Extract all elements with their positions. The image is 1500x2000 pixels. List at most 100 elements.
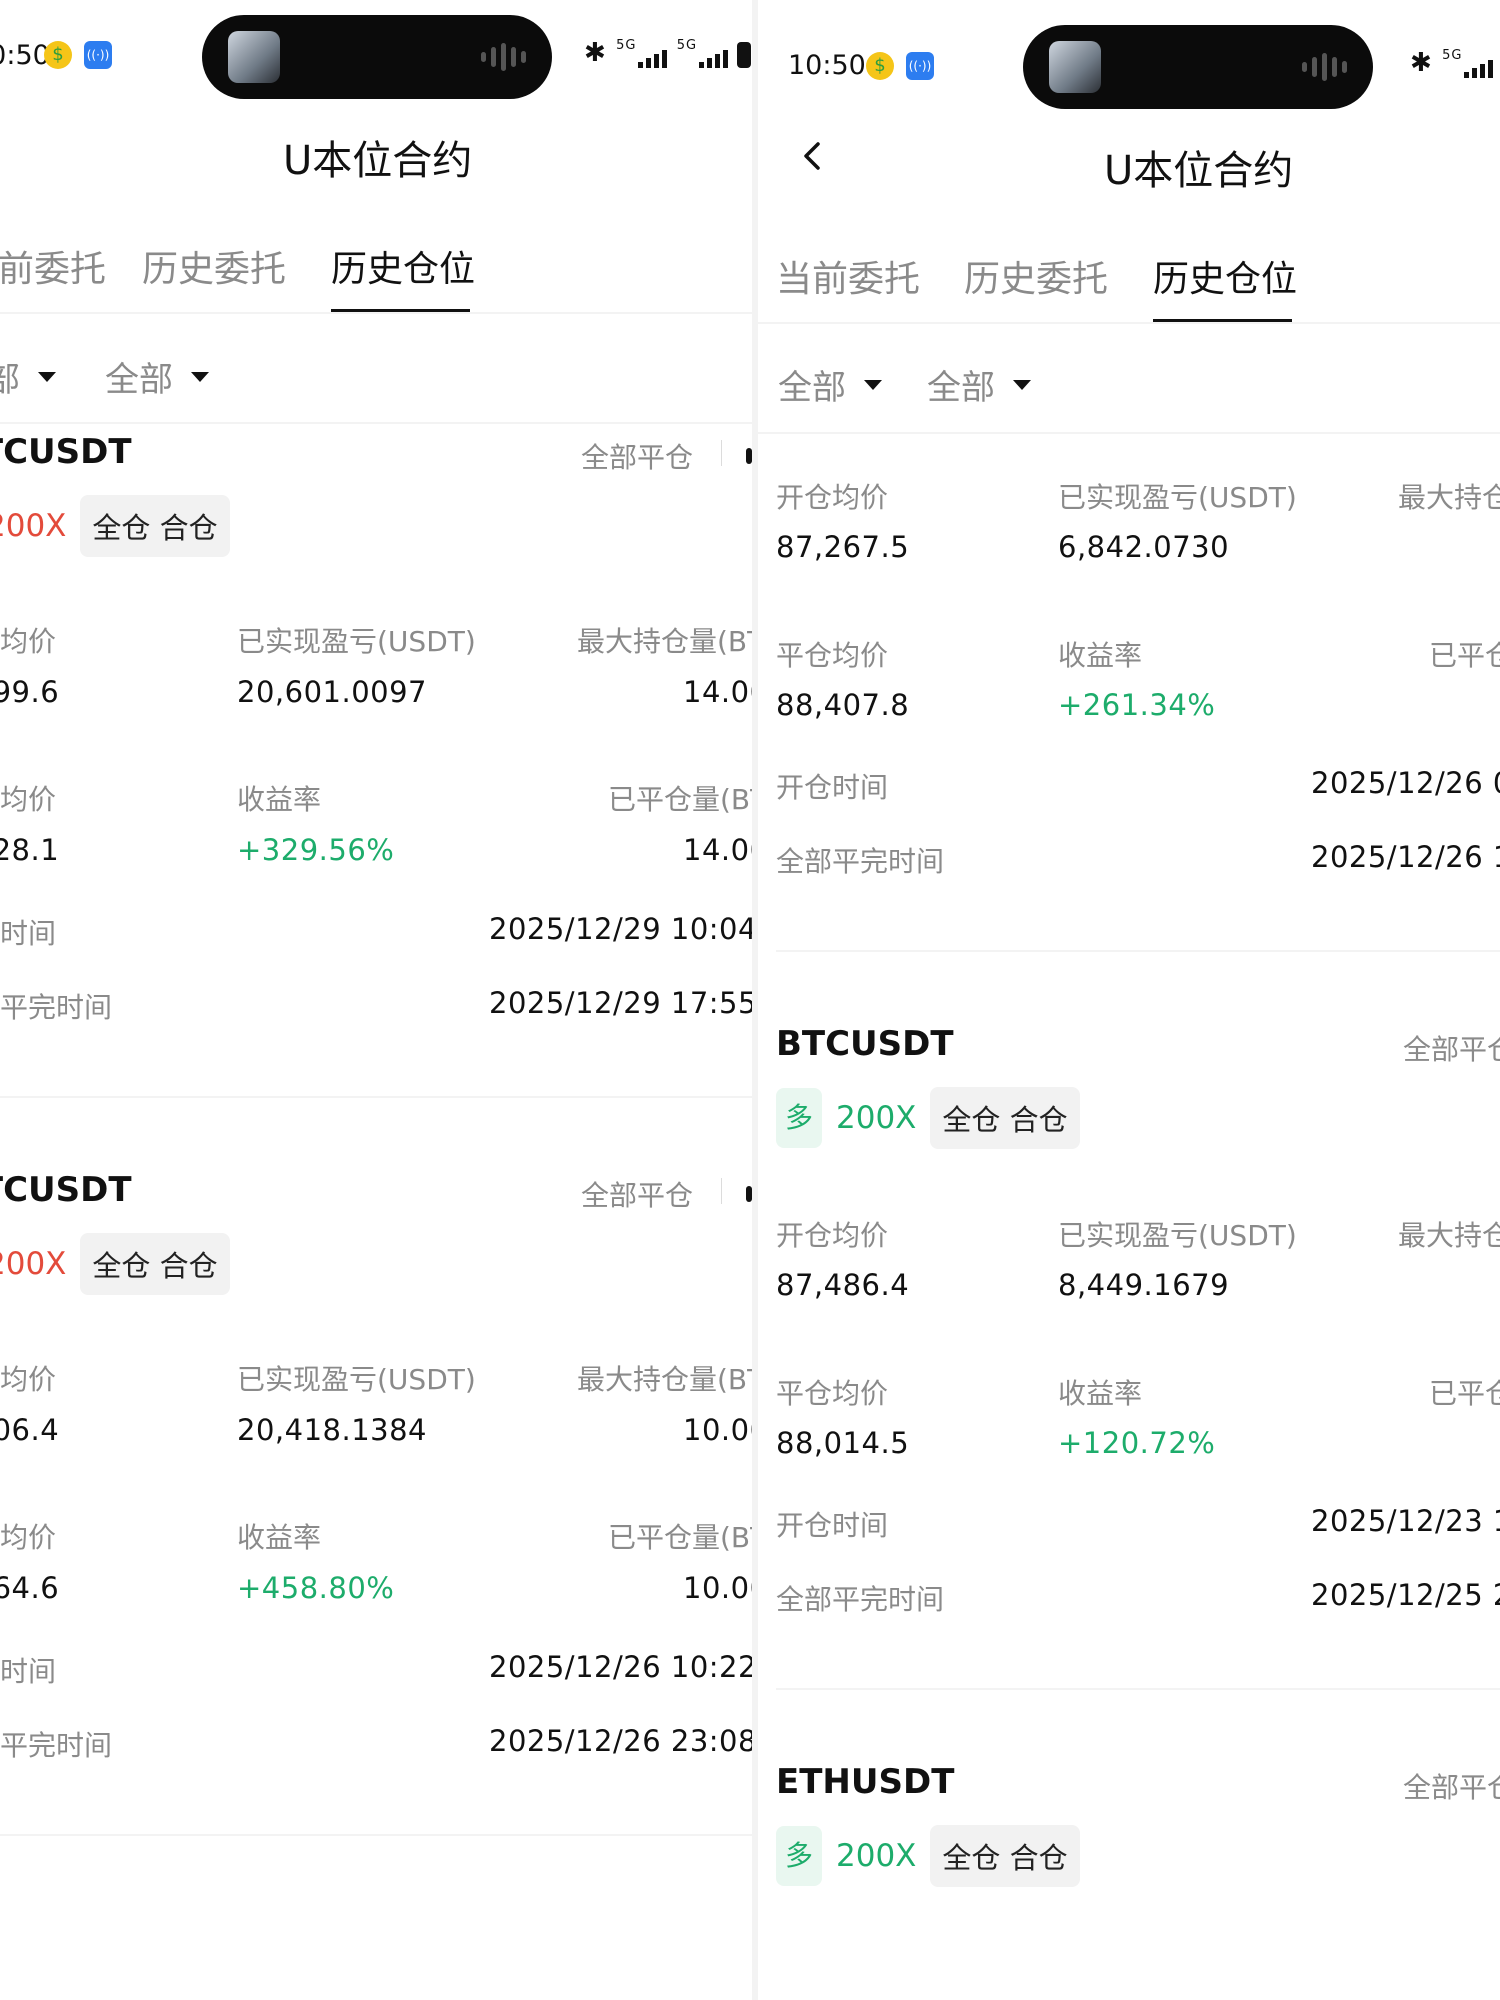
open-avg-label: 开仓均价 xyxy=(0,1363,57,1396)
caret-down-icon xyxy=(864,379,882,390)
filter-dropdown-1[interactable]: 全部 xyxy=(778,360,882,409)
roe-label: 收益率 xyxy=(237,1521,322,1554)
close-time-value: 2025/12/26 23:08 xyxy=(489,1724,752,1758)
realized-pnl-label: 已实现盈亏(USDT) xyxy=(237,625,476,658)
margin-mode-badge: 全仓 合仓 xyxy=(930,1087,1080,1149)
status-time: 10:50 xyxy=(788,50,866,81)
page-title: U本位合约 xyxy=(1104,148,1294,194)
filter-dropdown-1[interactable]: 全部 xyxy=(0,352,56,401)
realized-pnl-label: 已实现盈亏(USDT) xyxy=(1058,1219,1297,1252)
close-all-button[interactable]: 全部平仓 xyxy=(1403,1766,1500,1806)
close-all-button[interactable]: 全部平仓 xyxy=(581,1174,693,1214)
battery-icon xyxy=(737,42,752,68)
separator xyxy=(721,1178,722,1204)
album-thumbnail xyxy=(1049,41,1101,93)
tab-order-history[interactable]: 历史委托 xyxy=(142,240,286,292)
open-avg-value: 87,299.6 xyxy=(0,675,60,709)
roe-value: +120.72% xyxy=(1058,1426,1216,1460)
max-position-label: 最大持仓量(BTC) xyxy=(1398,1219,1500,1252)
open-avg-label: 开仓均价 xyxy=(0,625,57,658)
album-thumbnail xyxy=(228,31,280,83)
back-arrow-icon[interactable] xyxy=(798,142,826,170)
margin-mode-badge: 全仓 合仓 xyxy=(80,1233,230,1295)
open-time-value: 2025/12/26 09:55 xyxy=(1311,766,1500,800)
coin-icon: $ xyxy=(44,41,72,69)
left-screenshot: 10:50 $ ((·)) ✱ 5G 5G U本位合约 当前委托 历史委托 历史… xyxy=(0,0,752,2000)
close-all-button[interactable]: 全部平仓 xyxy=(581,436,693,476)
audio-wave-icon xyxy=(1302,53,1347,81)
tab-position-history[interactable]: 历史仓位 xyxy=(1153,250,1297,302)
leverage-badge: 200X xyxy=(0,1246,67,1282)
closed-qty-value: 10.000 xyxy=(683,1571,752,1605)
dynamic-island xyxy=(1023,25,1373,109)
realized-pnl-value: 20,418.1384 xyxy=(237,1413,427,1447)
bluetooth-icon: ✱ xyxy=(1410,48,1433,78)
card-symbol: BTCUSDT xyxy=(0,432,132,472)
filter-dropdown-2[interactable]: 全部 xyxy=(927,360,1031,409)
side-badge: 多 xyxy=(776,1826,822,1886)
card-divider xyxy=(0,1834,752,1836)
open-time-label: 开仓时间 xyxy=(776,1509,889,1542)
open-time-value: 2025/12/29 10:04 xyxy=(489,912,752,946)
status-time: 10:50 xyxy=(0,40,50,71)
tabs-divider xyxy=(0,312,752,314)
card-symbol: BTCUSDT xyxy=(776,1024,954,1064)
signal-icon xyxy=(1464,60,1494,78)
margin-mode-badge: 全仓 合仓 xyxy=(80,495,230,557)
roe-label: 收益率 xyxy=(1058,1377,1143,1410)
separator xyxy=(721,440,722,466)
closed-qty-label: 已平仓量(BTC) xyxy=(608,1521,752,1554)
max-position-label: 最大持仓量(BTC) xyxy=(577,625,752,658)
card-tags: 200X 全仓 合仓 xyxy=(0,1233,230,1295)
caret-down-icon xyxy=(1013,379,1031,390)
roe-label: 收益率 xyxy=(237,783,322,816)
close-time-label: 全部平完时间 xyxy=(0,1729,113,1762)
open-avg-value: 87,267.5 xyxy=(776,530,910,564)
open-time-label: 开仓时间 xyxy=(776,771,889,804)
realized-pnl-label: 已实现盈亏(USDT) xyxy=(237,1363,476,1396)
dynamic-island xyxy=(202,15,552,99)
audio-wave-icon xyxy=(481,43,526,71)
broadcast-icon: ((·)) xyxy=(906,52,934,80)
roe-value: +329.56% xyxy=(237,833,395,867)
card-divider xyxy=(776,950,1500,952)
leverage-badge: 200X xyxy=(836,1838,917,1874)
card-tags: 多 200X 全仓 合仓 xyxy=(776,1087,1080,1149)
filter-dropdown-2[interactable]: 全部 xyxy=(105,352,209,401)
roe-label: 收益率 xyxy=(1058,639,1143,672)
close-all-button[interactable]: 全部平仓 xyxy=(1403,1028,1500,1068)
caret-down-icon xyxy=(191,371,209,382)
card-tags: 多 200X 全仓 合仓 xyxy=(776,1825,1080,1887)
close-avg-value: 88,407.8 xyxy=(776,688,910,722)
tabs-divider xyxy=(758,322,1500,324)
filter-divider xyxy=(758,432,1500,434)
close-avg-label: 平仓均价 xyxy=(776,639,889,672)
open-time-label: 开仓时间 xyxy=(0,917,57,950)
roe-value: +458.80% xyxy=(237,1571,395,1605)
close-avg-value: 88,014.5 xyxy=(776,1426,910,1460)
signal-icon xyxy=(638,50,668,68)
close-time-value: 2025/12/29 17:55 xyxy=(489,986,752,1020)
tab-order-history[interactable]: 历史委托 xyxy=(964,250,1108,302)
leverage-badge: 200X xyxy=(0,508,67,544)
roe-value: +261.34% xyxy=(1058,688,1216,722)
realized-pnl-value: 8,449.1679 xyxy=(1058,1268,1230,1302)
signal-indicators: ✱ 5G xyxy=(1410,48,1494,78)
filter-divider xyxy=(0,422,752,424)
close-avg-label: 平仓均价 xyxy=(0,783,57,816)
caret-down-icon xyxy=(38,371,56,382)
close-avg-value: 88,828.1 xyxy=(0,833,60,867)
open-avg-label: 开仓均价 xyxy=(776,481,889,514)
card-tags: 200X 全仓 合仓 xyxy=(0,495,230,557)
coin-icon: $ xyxy=(866,52,894,80)
open-time-value: 2025/12/23 11:34 xyxy=(1311,1504,1500,1538)
margin-mode-badge: 全仓 合仓 xyxy=(930,1825,1080,1887)
open-avg-value: 87,006.4 xyxy=(0,1413,60,1447)
max-position-label: 最大持仓量(BTC) xyxy=(577,1363,752,1396)
close-time-value: 2025/12/26 10:20 xyxy=(1311,840,1500,874)
tab-current-orders[interactable]: 当前委托 xyxy=(776,250,920,302)
tab-current-orders[interactable]: 当前委托 xyxy=(0,240,106,292)
broadcast-icon: ((·)) xyxy=(84,41,112,69)
realized-pnl-value: 20,601.0097 xyxy=(237,675,427,709)
tab-position-history[interactable]: 历史仓位 xyxy=(331,240,475,292)
